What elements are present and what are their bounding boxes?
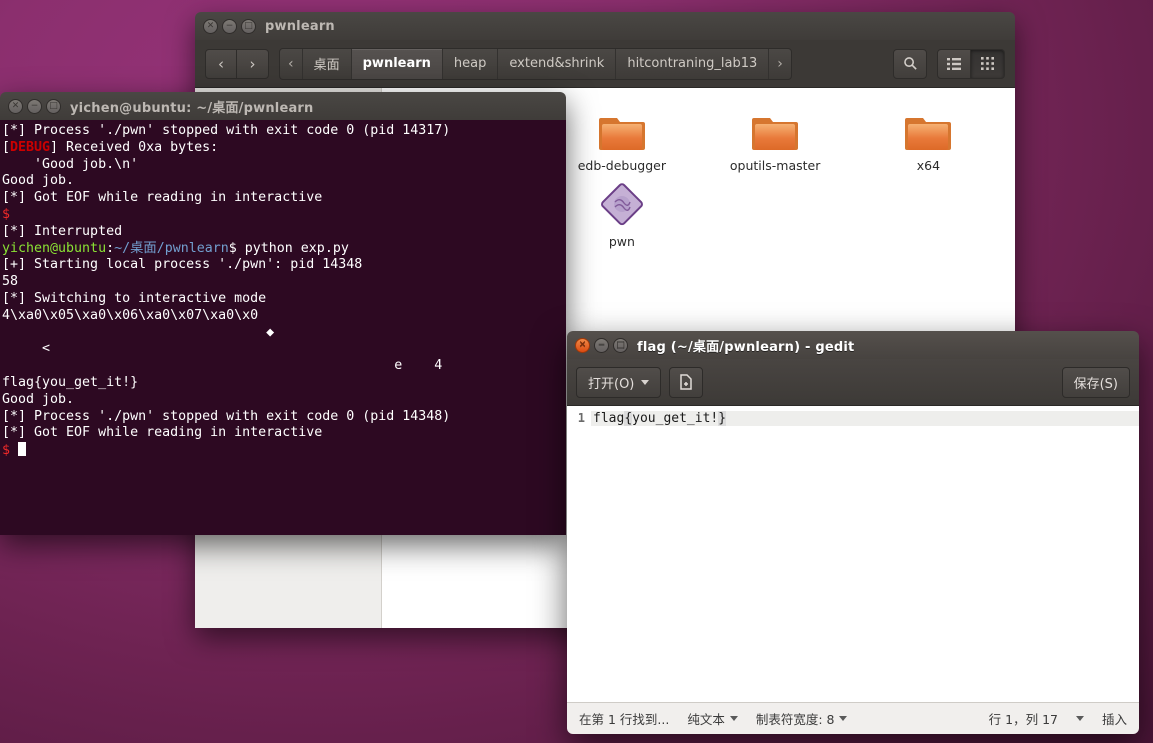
terminal-window[interactable]: ✕ − □ yichen@ubuntu: ~/桌面/pwnlearn [*] P… xyxy=(0,92,566,535)
tab-width-label: 制表符宽度: 8 xyxy=(755,712,835,727)
terminal-line: Good job. xyxy=(2,391,75,407)
breadcrumb: ‹ 桌面 pwnlearn heap extend&shrink hitcont… xyxy=(279,47,792,80)
save-button[interactable]: 保存(S) xyxy=(1061,366,1130,398)
file-item-x64[interactable]: x64 xyxy=(864,102,992,178)
terminal-line: 4\xa0\x05\xa0\x06\xa0\x07\xa0\x0 xyxy=(2,307,259,323)
terminal-line: e 4 xyxy=(2,358,443,374)
terminal-line: [*] Got EOF while reading in interactive xyxy=(2,425,323,441)
gedit-textarea[interactable]: flag{you_get_it!} xyxy=(587,406,1139,702)
terminal-line: $ xyxy=(2,206,11,222)
close-icon[interactable]: ✕ xyxy=(575,337,590,353)
terminal-line: 'Good job.\n' xyxy=(2,156,139,172)
file-label: oputils-master xyxy=(729,158,821,173)
document-line: flag{you_get_it!} xyxy=(591,411,1139,426)
terminal-line: $ xyxy=(2,442,566,460)
grid-view-icon[interactable] xyxy=(971,48,1005,79)
terminal-line: ◆ xyxy=(2,324,275,340)
chevron-down-icon[interactable] xyxy=(1075,716,1084,721)
open-button-label: 打开(O) xyxy=(588,376,635,392)
open-brace: { xyxy=(624,411,633,426)
chevron-down-icon xyxy=(641,379,650,385)
terminal-title: yichen@ubuntu: ~/桌面/pwnlearn xyxy=(70,100,314,116)
gedit-statusbar: 在第 1 行找到... 纯文本 制表符宽度: 8 行 1，列 17 插入 xyxy=(567,702,1139,734)
close-icon[interactable]: ✕ xyxy=(8,98,23,114)
terminal-line: 58 xyxy=(2,274,19,290)
breadcrumb-item-heap[interactable]: heap xyxy=(443,48,499,79)
gedit-title: flag (~/桌面/pwnlearn) - gedit xyxy=(637,339,855,355)
breadcrumb-prev-arrow[interactable]: ‹ xyxy=(280,48,303,79)
breadcrumb-item-desktop[interactable]: 桌面 xyxy=(303,48,352,79)
executable-icon xyxy=(598,178,646,228)
terminal-line: [+] Starting local process './pwn': pid … xyxy=(2,257,363,273)
search-icon[interactable] xyxy=(893,48,927,79)
terminal-line: flag{you_get_it!} xyxy=(2,374,139,390)
breadcrumb-item-pwnlearn[interactable]: pwnlearn xyxy=(351,48,443,79)
close-icon[interactable]: ✕ xyxy=(203,18,218,34)
breadcrumb-item-hitcontraning-lab13[interactable]: hitcontraning_lab13 xyxy=(616,48,770,79)
breadcrumb-next-arrow[interactable]: › xyxy=(769,49,791,79)
nav-buttons: ‹ › xyxy=(205,48,269,79)
language-selector[interactable]: 纯文本 xyxy=(687,709,738,728)
file-item-pwn[interactable]: pwn xyxy=(558,178,686,254)
find-status: 在第 1 行找到... xyxy=(579,712,670,727)
terminal-cursor xyxy=(18,442,27,457)
open-button[interactable]: 打开(O) xyxy=(576,366,662,398)
file-item-edb-debugger[interactable]: edb-debugger xyxy=(558,102,686,178)
window-buttons: ✕ − □ xyxy=(575,337,628,353)
insert-mode: 插入 xyxy=(1101,712,1127,727)
folder-icon xyxy=(598,102,645,152)
terminal-line: [*] Switching to interactive mode xyxy=(2,290,267,306)
folder-icon xyxy=(752,102,799,152)
file-manager-title: pwnlearn xyxy=(265,18,335,34)
file-label: x64 xyxy=(916,158,941,173)
line-number-gutter: 1 xyxy=(567,406,587,702)
terminal-line: [*] Process './pwn' stopped with exit co… xyxy=(2,408,451,424)
file-manager-titlebar[interactable]: ✕ − □ pwnlearn xyxy=(195,12,1015,40)
back-button[interactable]: ‹ xyxy=(205,48,237,79)
forward-button[interactable]: › xyxy=(237,48,269,79)
view-toggle-group xyxy=(937,48,1005,79)
minimize-icon[interactable]: − xyxy=(594,337,609,353)
save-button-label: 保存(S) xyxy=(1073,376,1118,392)
list-view-icon[interactable] xyxy=(937,48,971,79)
terminal-line: < xyxy=(2,341,51,357)
gedit-titlebar[interactable]: ✕ − □ flag (~/桌面/pwnlearn) - gedit xyxy=(567,331,1139,359)
breadcrumb-item-extend-shrink[interactable]: extend&shrink xyxy=(498,48,617,79)
language-label: 纯文本 xyxy=(687,712,725,727)
terminal-line: [*] Got EOF while reading in interactive xyxy=(2,190,323,206)
line-number: 1 xyxy=(577,411,585,425)
terminal-line: [*] Process './pwn' stopped with exit co… xyxy=(2,123,451,138)
gedit-window[interactable]: ✕ − □ flag (~/桌面/pwnlearn) - gedit 打开(O)… xyxy=(567,331,1139,734)
terminal-output[interactable]: [*] Process './pwn' stopped with exit co… xyxy=(0,120,566,535)
file-manager-toolbar: ‹ › ‹ 桌面 pwnlearn heap extend&shrink hit… xyxy=(195,40,1015,88)
gedit-toolbar: 打开(O) 保存(S) xyxy=(567,359,1139,406)
file-item-oputils-master[interactable]: oputils-master xyxy=(711,102,839,178)
close-brace: } xyxy=(718,411,727,426)
terminal-line: [DEBUG] Received 0xa bytes: xyxy=(2,139,219,155)
new-document-icon[interactable] xyxy=(669,366,704,398)
window-buttons: ✕ − □ xyxy=(203,18,256,34)
minimize-icon[interactable]: − xyxy=(222,18,237,34)
terminal-titlebar[interactable]: ✕ − □ yichen@ubuntu: ~/桌面/pwnlearn xyxy=(0,92,566,120)
chevron-down-icon xyxy=(839,716,848,721)
terminal-line: [*] Interrupted xyxy=(2,223,123,239)
terminal-line: Good job. xyxy=(2,173,75,189)
tab-width-selector[interactable]: 制表符宽度: 8 xyxy=(756,709,848,728)
gedit-editor[interactable]: 1 flag{you_get_it!} xyxy=(567,406,1139,702)
folder-icon xyxy=(905,102,952,152)
file-label: pwn xyxy=(608,234,635,249)
cursor-position: 行 1，列 17 xyxy=(988,712,1058,727)
chevron-down-icon xyxy=(729,716,738,721)
file-label: edb-debugger xyxy=(577,158,666,173)
minimize-icon[interactable]: − xyxy=(27,98,42,114)
document-text-inner: you_get_it! xyxy=(632,411,719,426)
document-text-before: flag xyxy=(593,411,625,426)
maximize-icon[interactable]: □ xyxy=(241,18,256,34)
maximize-icon[interactable]: □ xyxy=(613,337,628,353)
terminal-line: yichen@ubuntu:~/桌面/pwnlearn$ python exp.… xyxy=(2,240,349,256)
maximize-icon[interactable]: □ xyxy=(46,98,61,114)
window-buttons: ✕ − □ xyxy=(8,98,61,114)
